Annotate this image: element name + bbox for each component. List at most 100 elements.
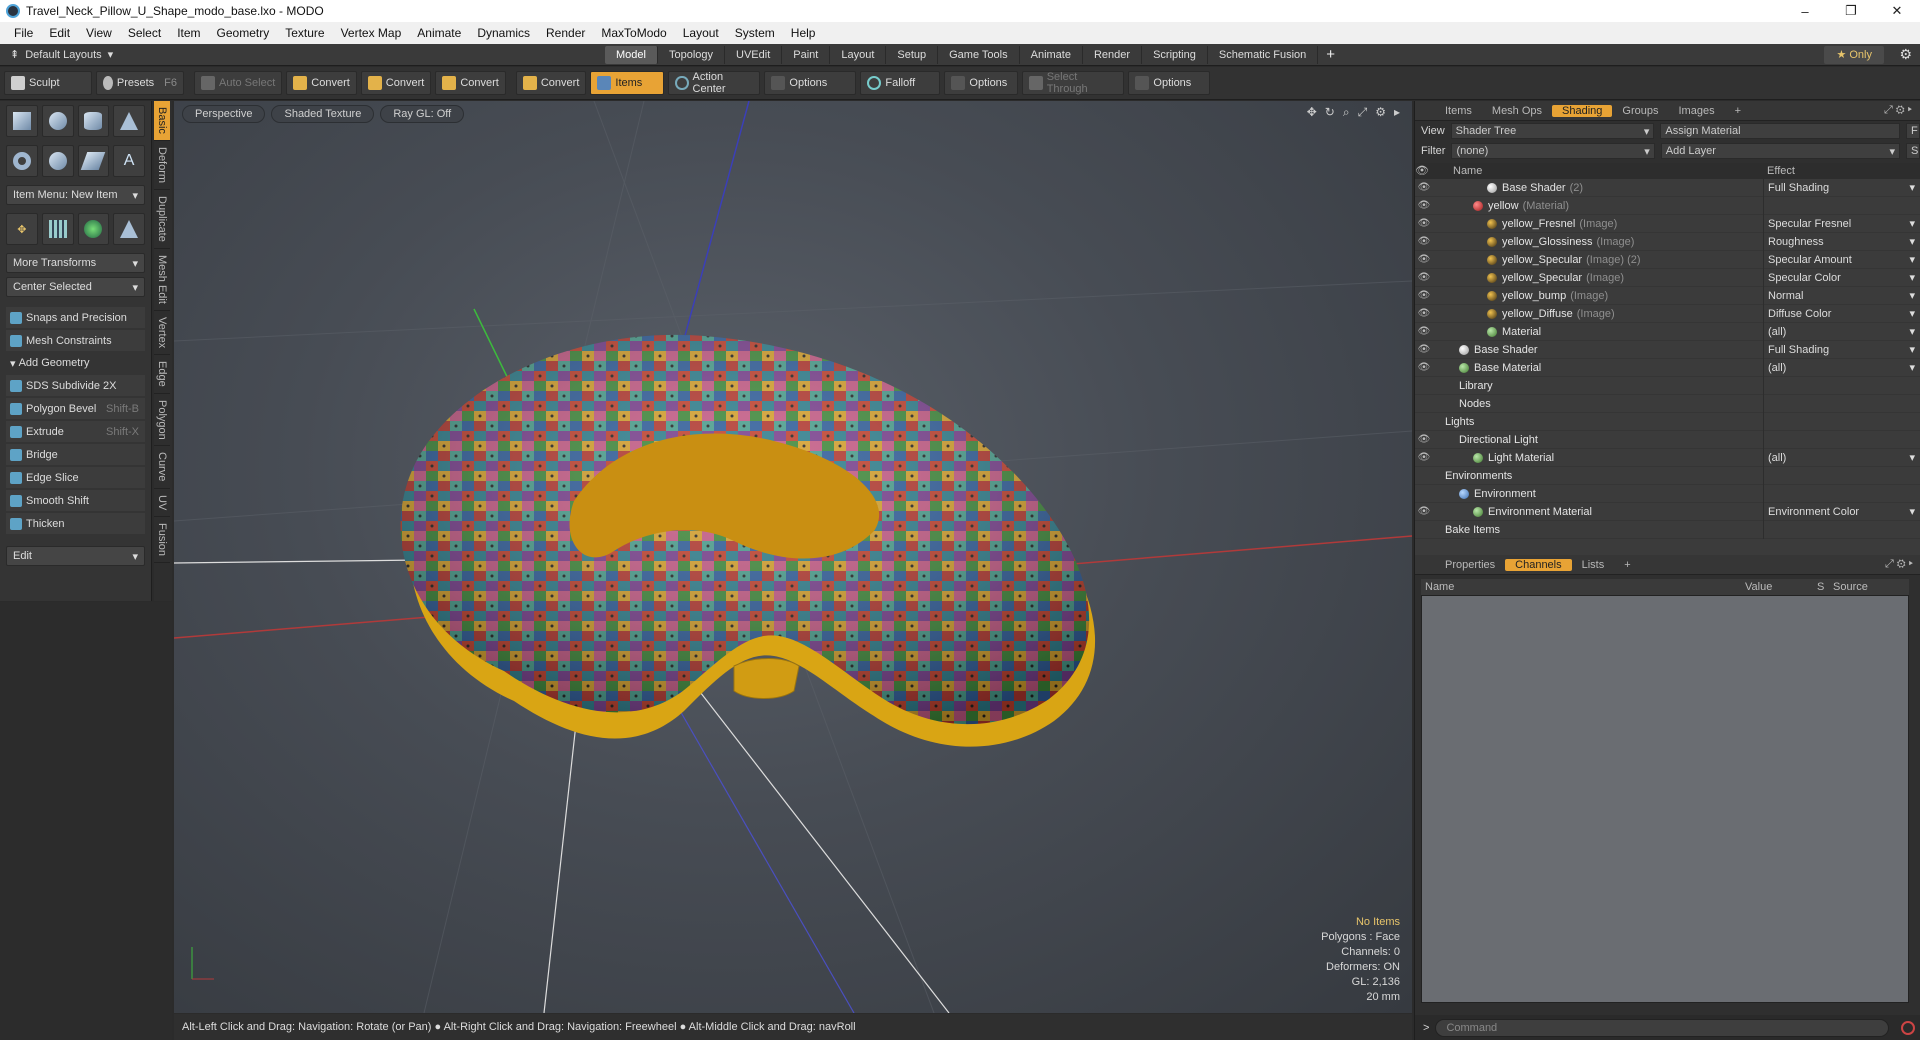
eye-icon[interactable]: 👁 [1415, 272, 1433, 283]
effect-dropdown[interactable]: Specular Amount ▾ [1763, 250, 1920, 269]
extrude-button[interactable]: Extrude Shift-X [6, 421, 145, 442]
shader-tree-row[interactable]: Bake Items [1415, 520, 1920, 539]
polygon-bevel-button[interactable]: Polygon Bevel Shift-B [6, 398, 145, 419]
tab-game-tools[interactable]: Game Tools [938, 46, 1020, 64]
eye-icon[interactable]: 👁 [1415, 236, 1433, 247]
capsule-tool[interactable] [41, 145, 74, 177]
effect-dropdown[interactable]: Roughness ▾ [1763, 232, 1920, 251]
panel-options-icon[interactable]: ⤢ ⚙ ▸ [1884, 104, 1912, 117]
effect-dropdown[interactable]: (all) ▾ [1763, 448, 1920, 467]
s-button[interactable]: S [1906, 143, 1920, 159]
convert-items-button[interactable]: Convert [515, 71, 587, 95]
auto-select-button[interactable]: Auto Select [194, 71, 283, 95]
convert-vertices-button[interactable]: Convert [286, 71, 357, 95]
pan-icon[interactable]: ✥ [1307, 105, 1317, 120]
record-icon[interactable] [1901, 1020, 1915, 1035]
shader-tree-row[interactable]: 👁 Light Material (all) ▾ [1415, 448, 1920, 467]
tab-lists[interactable]: Lists [1572, 559, 1615, 571]
shader-tree-row[interactable]: 👁 yellow (Material) [1415, 196, 1920, 215]
items-mode-button[interactable]: Items [590, 71, 665, 95]
view-dropdown[interactable]: Shader Tree ▾ [1450, 123, 1655, 139]
menu-edit[interactable]: Edit [41, 26, 78, 40]
fit-icon[interactable]: ⤢ [1358, 105, 1368, 120]
channels-name-header[interactable]: Name [1421, 579, 1741, 595]
shader-tree-row[interactable]: 👁 Environment Material Environment Color ▾ [1415, 502, 1920, 521]
effect-dropdown[interactable]: Environment Color ▾ [1763, 502, 1920, 521]
channels-s-header[interactable]: S [1813, 579, 1829, 595]
action-center-button[interactable]: Action Center [668, 71, 761, 95]
shading-mode-button[interactable]: Shaded Texture [271, 105, 375, 123]
f-button[interactable]: F [1906, 123, 1920, 139]
menu-item[interactable]: Item [169, 26, 208, 40]
menu-help[interactable]: Help [783, 26, 824, 40]
view-mode-button[interactable]: Perspective [182, 105, 266, 123]
shader-tree-row[interactable]: 👁 Base Shader (2) Full Shading ▾ [1415, 178, 1920, 197]
shader-tree-row[interactable]: 👁 Base Shader Full Shading ▾ [1415, 340, 1920, 359]
shader-tree-row[interactable]: Environment [1415, 484, 1920, 503]
eye-icon[interactable]: 👁 [1415, 308, 1433, 319]
eye-icon[interactable]: 👁 [1415, 200, 1433, 211]
tab-model[interactable]: Model [605, 46, 658, 64]
gear-icon[interactable]: ⚙ [1899, 46, 1912, 63]
viewport-settings-icon[interactable]: ⚙ [1375, 105, 1386, 120]
convert-edges-button[interactable]: Convert [360, 71, 432, 95]
add-tab-button[interactable]: + [1326, 46, 1335, 64]
tab-animate[interactable]: Animate [1020, 46, 1083, 64]
menu-view[interactable]: View [78, 26, 120, 40]
pen-tool[interactable] [77, 145, 110, 177]
channels-list[interactable] [1421, 595, 1909, 1003]
shader-tree-row[interactable]: 👁 Base Material (all) ▾ [1415, 358, 1920, 377]
effect-dropdown[interactable]: Full Shading ▾ [1763, 340, 1920, 359]
grid-tool[interactable] [41, 213, 74, 245]
mesh-constraints-button[interactable]: Mesh Constraints [6, 330, 145, 351]
item-menu-dropdown[interactable]: Item Menu: New Item ▾ [6, 185, 145, 205]
cone-tool[interactable] [113, 105, 145, 137]
shader-tree-row[interactable]: Lights [1415, 412, 1920, 431]
menu-file[interactable]: File [6, 26, 41, 40]
command-input[interactable]: Command [1435, 1018, 1889, 1037]
menu-system[interactable]: System [727, 26, 783, 40]
tab-paint[interactable]: Paint [782, 46, 831, 64]
effect-dropdown[interactable]: (all) ▾ [1763, 358, 1920, 377]
minimize-button[interactable]: – [1782, 0, 1828, 22]
side-tab-vertex[interactable]: Vertex [154, 311, 170, 355]
raygl-button[interactable]: Ray GL: Off [380, 105, 465, 123]
select-options-button[interactable]: Options [1128, 71, 1211, 95]
sphere-tool[interactable] [41, 105, 74, 137]
side-tab-basic[interactable]: Basic [154, 101, 170, 141]
effect-dropdown[interactable]: (all) ▾ [1763, 322, 1920, 341]
expand-arrow-icon[interactable]: ▸ [1394, 105, 1400, 120]
menu-dynamics[interactable]: Dynamics [469, 26, 538, 40]
eye-icon[interactable]: 👁 [1415, 218, 1433, 229]
3d-viewport[interactable]: Perspective Shaded Texture Ray GL: Off ✥… [174, 101, 1412, 1013]
side-tab-fusion[interactable]: Fusion [154, 517, 170, 564]
shader-tree-row[interactable]: Nodes [1415, 394, 1920, 413]
menu-layout[interactable]: Layout [675, 26, 727, 40]
shader-tree-row[interactable]: 👁 yellow_Diffuse (Image) Diffuse Color ▾ [1415, 304, 1920, 323]
tab-properties[interactable]: Properties [1435, 559, 1505, 571]
move-tool[interactable]: ✥ [6, 213, 38, 245]
tab-shading[interactable]: Shading [1552, 104, 1613, 117]
pyramid-tool[interactable] [113, 213, 145, 245]
side-tab-curve[interactable]: Curve [154, 446, 170, 489]
shader-tree-row[interactable]: 👁 yellow_Fresnel (Image) Specular Fresnel ▾ [1415, 214, 1920, 233]
convert-polygons-button[interactable]: Convert [435, 71, 506, 95]
side-tab-polygon[interactable]: Polygon [154, 394, 170, 447]
eye-icon[interactable]: 👁 [1415, 362, 1433, 373]
zoom-icon[interactable]: ⌕ [1343, 105, 1350, 120]
channels-source-header[interactable]: Source [1829, 579, 1868, 595]
bridge-button[interactable]: Bridge [6, 444, 145, 465]
filter-dropdown[interactable]: (none) ▾ [1451, 143, 1655, 159]
rotate-icon[interactable]: ↻ [1325, 105, 1335, 120]
side-tab-uv[interactable]: UV [154, 489, 170, 518]
tab-items[interactable]: Items [1435, 105, 1482, 117]
add-geometry-header[interactable]: ▾ Add Geometry [6, 353, 145, 373]
tab-scripting[interactable]: Scripting [1142, 46, 1208, 64]
menu-geometry[interactable]: Geometry [209, 26, 278, 40]
eye-icon[interactable]: 👁 [1415, 506, 1433, 517]
close-button[interactable]: ✕ [1874, 0, 1920, 22]
thicken-button[interactable]: Thicken [6, 513, 145, 534]
edge-slice-button[interactable]: Edge Slice [6, 467, 145, 488]
shader-tree-row[interactable]: 👁 yellow_Glossiness (Image) Roughness ▾ [1415, 232, 1920, 251]
menu-animate[interactable]: Animate [409, 26, 469, 40]
